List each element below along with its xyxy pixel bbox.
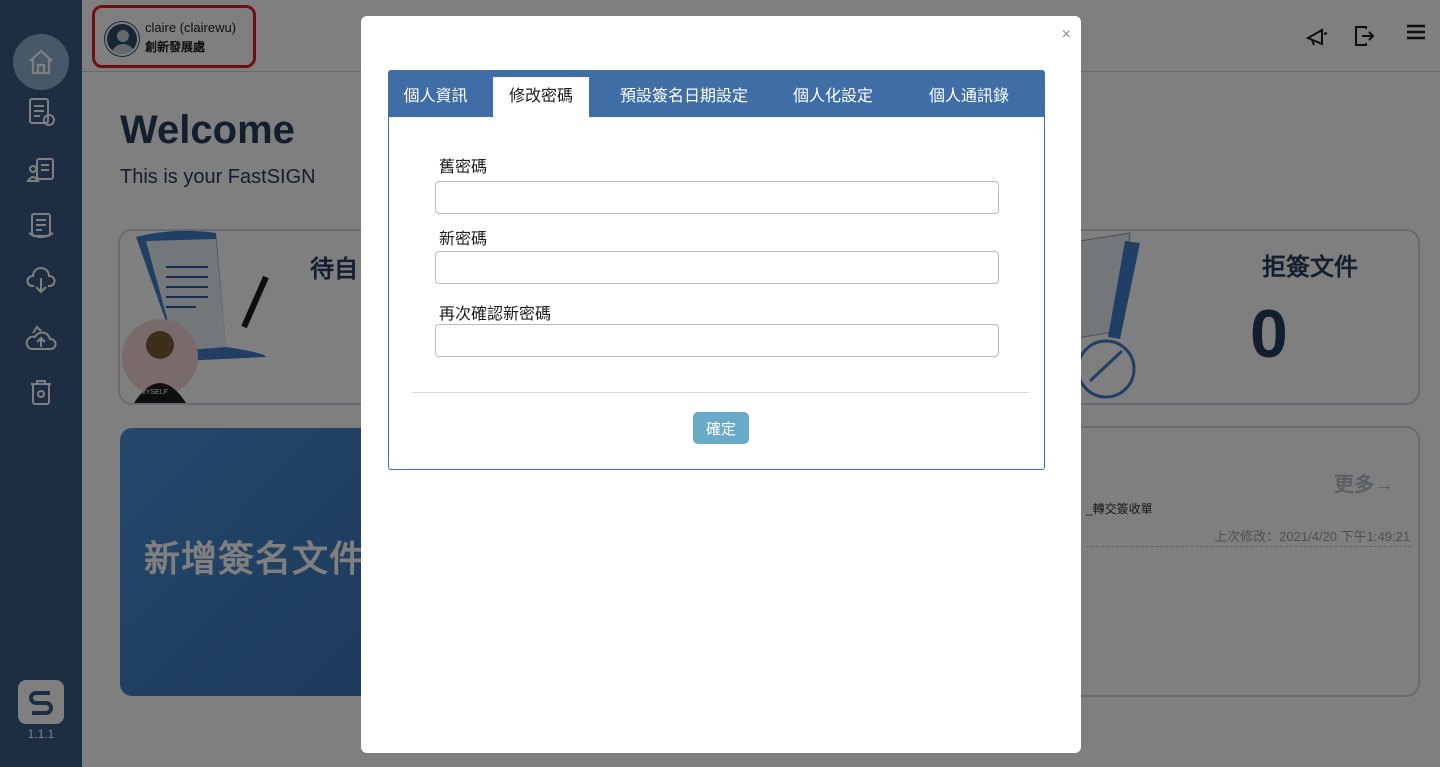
panel-divider (413, 392, 1029, 393)
new-password-label: 新密碼 (439, 231, 488, 248)
new-password-field[interactable] (435, 251, 999, 284)
old-password-label: 舊密碼 (439, 159, 488, 176)
settings-modal: × 個人資訊 修改密碼 預設簽名日期設定 個人化設定 個人通訊錄 舊密碼 新密碼… (361, 16, 1081, 753)
tab-contacts[interactable]: 個人通訊錄 (914, 77, 1024, 117)
settings-tabs: 個人資訊 修改密碼 預設簽名日期設定 個人化設定 個人通訊錄 (389, 71, 1044, 117)
tab-change-password[interactable]: 修改密碼 (493, 77, 589, 117)
tab-personal-info[interactable]: 個人資訊 (389, 77, 482, 117)
confirm-button[interactable]: 確定 (693, 412, 749, 444)
close-icon[interactable]: × (1062, 26, 1071, 44)
old-password-field[interactable] (435, 181, 999, 214)
confirm-password-field[interactable] (435, 324, 999, 357)
settings-panel: 個人資訊 修改密碼 預設簽名日期設定 個人化設定 個人通訊錄 舊密碼 新密碼 再… (388, 70, 1045, 470)
tab-default-sign-date[interactable]: 預設簽名日期設定 (609, 77, 759, 117)
confirm-password-label: 再次確認新密碼 (439, 306, 552, 323)
tab-personalization[interactable]: 個人化設定 (781, 77, 885, 117)
